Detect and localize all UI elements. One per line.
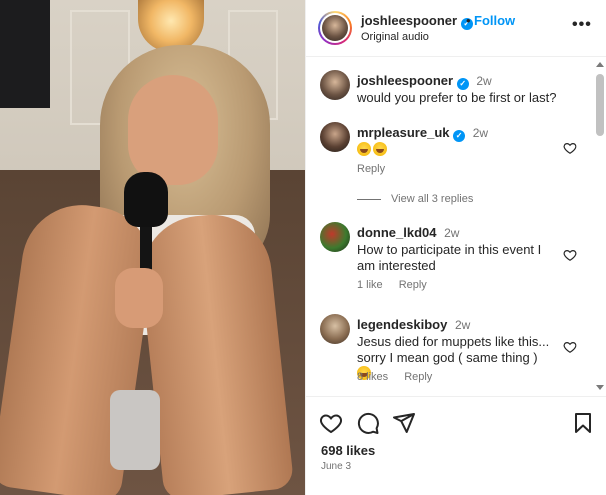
scroll-up-icon[interactable] (596, 62, 604, 67)
avatar[interactable] (320, 314, 350, 344)
reply-button[interactable]: Reply (399, 279, 427, 291)
comment-time[interactable]: 2w (455, 318, 470, 332)
avatar[interactable] (320, 222, 350, 252)
comment-username[interactable]: legendeskiboy 2w (357, 317, 470, 332)
comment-username[interactable]: donne_lkd04 2w (357, 225, 459, 240)
verified-badge-icon: ✓ (453, 130, 466, 142)
person-hand (115, 268, 163, 328)
list-item: legendeskiboy 2w Jesus died for muppets … (320, 314, 590, 390)
avatar[interactable] (320, 70, 350, 100)
comment-time[interactable]: 2w (444, 226, 459, 240)
heart-icon[interactable] (563, 141, 577, 155)
avatar[interactable] (320, 122, 350, 152)
heart-icon[interactable] (563, 340, 577, 354)
likes-count[interactable]: 698 likes (321, 443, 375, 458)
comment-username-text[interactable]: joshleespooner (357, 73, 453, 88)
original-audio-link[interactable]: Original audio (361, 31, 429, 43)
reply-button[interactable]: Reply (357, 163, 385, 175)
comment-username-text[interactable]: legendeskiboy (357, 317, 447, 332)
separator-dot: • (466, 13, 471, 28)
tv-screen (0, 0, 50, 108)
comment-likes[interactable]: 1 like (357, 279, 383, 291)
comment-username-text[interactable]: mrpleasure_uk (357, 125, 450, 140)
list-item: donne_lkd04 2w How to participate in thi… (320, 222, 590, 292)
comment-time[interactable]: 2w (473, 126, 488, 140)
comment-text: How to participate in this event I am in… (357, 242, 542, 273)
comment-username[interactable]: mrpleasure_uk ✓ 2w (357, 125, 488, 142)
share-icon[interactable] (392, 411, 416, 435)
post-sidebar: joshleespooner ✓ • Follow Original audio… (305, 0, 606, 495)
follow-button[interactable]: Follow (474, 13, 515, 28)
post-actions: 698 likes June 3 (306, 396, 606, 495)
comment-username[interactable]: joshleespooner ✓ 2w (357, 73, 492, 90)
author-username[interactable]: joshleespooner ✓ (361, 13, 473, 30)
comment-text (357, 142, 557, 158)
more-options-icon[interactable]: ••• (572, 16, 592, 34)
view-replies-button[interactable]: View all 3 replies (357, 193, 473, 205)
post-media[interactable] (0, 0, 305, 495)
microphone (124, 172, 168, 227)
comment-username-text[interactable]: donne_lkd04 (357, 225, 436, 240)
reply-button[interactable]: Reply (404, 371, 432, 383)
laughing-emoji-icon (373, 142, 387, 156)
list-item: mrpleasure_uk ✓ 2w Reply (320, 122, 590, 182)
post-header: joshleespooner ✓ • Follow Original audio… (306, 0, 606, 57)
scroll-down-icon[interactable] (596, 385, 604, 390)
comment-time[interactable]: 2w (476, 74, 491, 88)
verified-badge-icon: ✓ (456, 78, 469, 90)
comment-icon[interactable] (356, 411, 380, 435)
heart-icon[interactable] (319, 411, 343, 435)
save-icon[interactable] (571, 411, 595, 435)
comment-meta: 1 like Reply (357, 279, 443, 291)
avatar-image (322, 15, 348, 41)
person-face (128, 75, 218, 185)
comments-scrollbar[interactable] (595, 62, 605, 394)
comment-meta: Reply (357, 163, 401, 175)
scroll-thumb[interactable] (596, 74, 604, 136)
person-shorts (110, 390, 160, 470)
comment-likes[interactable]: 8 likes (357, 371, 388, 383)
comment-text-body: Jesus died for muppets like this... sorr… (357, 334, 550, 365)
heart-icon[interactable] (563, 248, 577, 262)
comment-meta: 8 likes Reply (357, 371, 448, 383)
author-avatar[interactable] (318, 11, 352, 45)
post-date[interactable]: June 3 (321, 461, 351, 472)
laughing-emoji-icon (357, 142, 371, 156)
comment-text: would you prefer to be first or last? (357, 90, 557, 105)
author-username-text[interactable]: joshleespooner (361, 13, 457, 28)
comments-list: joshleespooner ✓ 2w would you prefer to … (306, 58, 606, 395)
caption: joshleespooner ✓ 2w would you prefer to … (320, 70, 590, 110)
